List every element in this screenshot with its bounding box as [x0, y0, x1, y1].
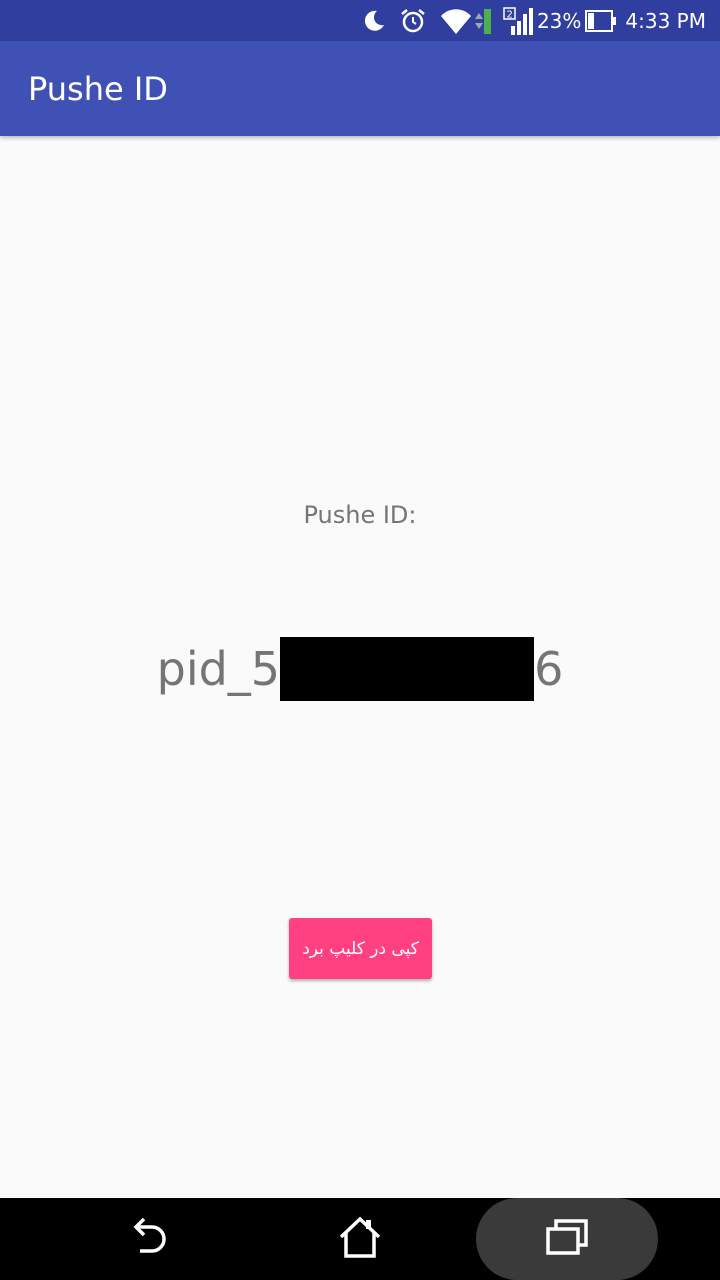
redaction-block: [280, 637, 535, 701]
home-button[interactable]: [310, 1198, 410, 1280]
alarm-icon: [399, 7, 427, 35]
recents-button[interactable]: [476, 1198, 658, 1280]
pushe-id-label: Pushe ID:: [303, 501, 417, 529]
pushe-id-suffix: 6: [534, 642, 564, 696]
moon-icon: [361, 8, 387, 34]
home-icon: [337, 1214, 383, 1264]
sim-slot-label: 2: [506, 9, 512, 20]
battery-icon: [585, 9, 617, 32]
app-title: Pushe ID: [28, 69, 168, 108]
navigation-bar: [0, 1198, 720, 1280]
app-bar: Pushe ID: [0, 41, 720, 136]
signal-icon: 2: [503, 6, 533, 36]
back-icon: [130, 1215, 174, 1263]
wifi-icon: [439, 6, 491, 36]
pushe-id-prefix: pid_5: [156, 642, 281, 696]
battery-percent: 23%: [536, 8, 582, 33]
status-time: 4:33 PM: [625, 8, 706, 33]
pushe-id-value: pid_5 6: [0, 636, 720, 702]
main-content: Pushe ID: pid_5 6 کپی در کلیپ برد: [0, 136, 720, 1198]
back-button[interactable]: [102, 1198, 202, 1280]
copy-to-clipboard-button[interactable]: کپی در کلیپ برد: [289, 918, 432, 979]
recents-icon: [544, 1217, 590, 1261]
status-bar: 2 23% 4:33 PM: [0, 0, 720, 41]
